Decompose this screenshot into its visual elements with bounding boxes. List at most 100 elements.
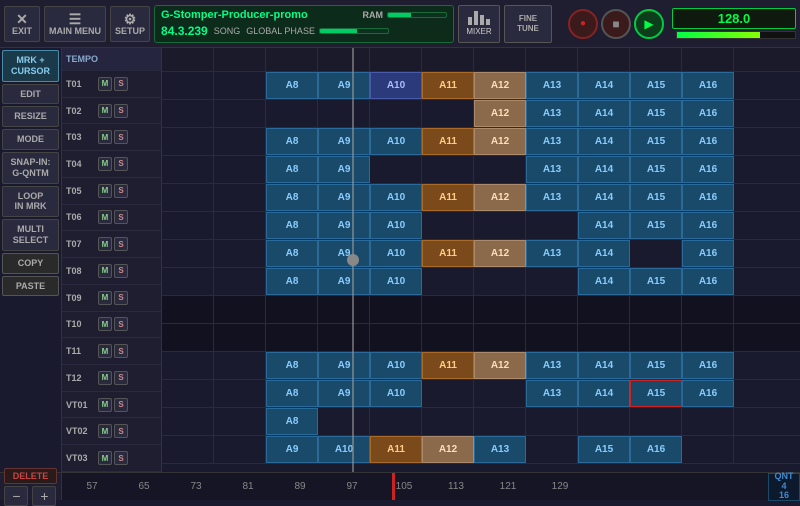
cell[interactable]	[318, 296, 370, 323]
cell[interactable]: A10	[370, 212, 422, 239]
cell[interactable]: A9	[318, 212, 370, 239]
cell[interactable]: A15	[630, 352, 682, 379]
cell[interactable]: A13	[474, 436, 526, 463]
cell[interactable]	[162, 128, 214, 155]
cell[interactable]	[630, 240, 682, 267]
cell[interactable]	[474, 296, 526, 323]
cell[interactable]: A10	[370, 128, 422, 155]
plus-button[interactable]: +	[32, 486, 56, 506]
cell[interactable]	[474, 156, 526, 183]
cell[interactable]: A9	[318, 380, 370, 407]
cell[interactable]	[214, 156, 266, 183]
cell[interactable]: A14	[578, 128, 630, 155]
cell[interactable]: A15	[578, 436, 630, 463]
cell[interactable]: A9	[318, 156, 370, 183]
cell[interactable]	[162, 296, 214, 323]
cell[interactable]: A16	[682, 156, 734, 183]
cell[interactable]	[526, 436, 578, 463]
cell[interactable]: A13	[526, 380, 578, 407]
cell[interactable]: A14	[578, 240, 630, 267]
cell[interactable]	[214, 380, 266, 407]
cell[interactable]: A8	[266, 380, 318, 407]
cell[interactable]	[422, 408, 474, 435]
cell[interactable]: A9	[318, 128, 370, 155]
t02-solo-button[interactable]: S	[114, 104, 128, 118]
fine-tune-button[interactable]: FINE TUNE	[504, 5, 552, 43]
cell[interactable]: A16	[682, 352, 734, 379]
cell[interactable]: A10	[370, 380, 422, 407]
cell[interactable]: A13	[526, 128, 578, 155]
cell[interactable]: A13	[526, 156, 578, 183]
cell[interactable]	[578, 408, 630, 435]
cell[interactable]: A11	[422, 352, 474, 379]
cell[interactable]	[630, 408, 682, 435]
cell[interactable]	[214, 240, 266, 267]
t02-mute-button[interactable]: M	[98, 104, 112, 118]
cell[interactable]: A9	[318, 352, 370, 379]
cell[interactable]: A10	[370, 240, 422, 267]
cell[interactable]	[162, 184, 214, 211]
cell[interactable]: A12	[474, 184, 526, 211]
minus-button[interactable]: −	[4, 486, 28, 506]
cell[interactable]	[422, 296, 474, 323]
cell[interactable]	[318, 408, 370, 435]
cell[interactable]: A16	[682, 212, 734, 239]
t07-solo-button[interactable]: S	[114, 237, 128, 251]
cell[interactable]: A10	[370, 268, 422, 295]
cell[interactable]	[162, 324, 214, 351]
cell[interactable]: A13	[526, 352, 578, 379]
cell[interactable]	[318, 100, 370, 127]
cell[interactable]: A14	[578, 212, 630, 239]
t03-solo-button[interactable]: S	[114, 130, 128, 144]
cell[interactable]: A9	[318, 268, 370, 295]
t10-mute-button[interactable]: M	[98, 317, 112, 331]
cell[interactable]: A14	[578, 268, 630, 295]
cell[interactable]: A8	[266, 156, 318, 183]
vt03-mute-button[interactable]: M	[98, 451, 112, 465]
cell[interactable]: A16	[682, 72, 734, 99]
cell[interactable]: A15	[630, 184, 682, 211]
cell[interactable]: A16	[682, 128, 734, 155]
cell[interactable]	[214, 212, 266, 239]
cell[interactable]	[682, 408, 734, 435]
cell[interactable]	[162, 408, 214, 435]
t06-mute-button[interactable]: M	[98, 210, 112, 224]
cell[interactable]: A14	[578, 100, 630, 127]
cell[interactable]: A11	[422, 184, 474, 211]
cell[interactable]	[214, 128, 266, 155]
vt03-solo-button[interactable]: S	[114, 451, 128, 465]
cell[interactable]: A12	[422, 436, 474, 463]
cell[interactable]	[526, 296, 578, 323]
cell[interactable]	[474, 212, 526, 239]
sidebar-multi-select[interactable]: MULTI SELECT	[2, 219, 59, 251]
t12-solo-button[interactable]: S	[114, 371, 128, 385]
cell[interactable]: A11	[422, 128, 474, 155]
cell[interactable]	[214, 184, 266, 211]
cell[interactable]: A12	[474, 128, 526, 155]
cell[interactable]	[214, 268, 266, 295]
vt02-mute-button[interactable]: M	[98, 424, 112, 438]
sidebar-resize[interactable]: RESIZE	[2, 106, 59, 127]
cell[interactable]	[266, 296, 318, 323]
cell[interactable]: A14	[578, 380, 630, 407]
cell[interactable]: A9	[318, 184, 370, 211]
t01-mute-button[interactable]: M	[98, 77, 112, 91]
cell[interactable]: A15	[630, 72, 682, 99]
cell[interactable]	[422, 268, 474, 295]
cell[interactable]	[474, 324, 526, 351]
cell[interactable]	[162, 436, 214, 463]
cell[interactable]	[162, 240, 214, 267]
sidebar-paste[interactable]: PASTE	[2, 276, 59, 297]
t08-solo-button[interactable]: S	[114, 264, 128, 278]
cell[interactable]	[526, 268, 578, 295]
cell[interactable]: A12	[474, 100, 526, 127]
delete-button[interactable]: DELETE	[4, 468, 58, 484]
cell[interactable]	[422, 100, 474, 127]
cell[interactable]: A16	[682, 100, 734, 127]
t09-mute-button[interactable]: M	[98, 291, 112, 305]
cell[interactable]	[318, 324, 370, 351]
cell[interactable]	[422, 212, 474, 239]
cell[interactable]: A13	[526, 184, 578, 211]
t04-solo-button[interactable]: S	[114, 157, 128, 171]
cell[interactable]	[526, 408, 578, 435]
